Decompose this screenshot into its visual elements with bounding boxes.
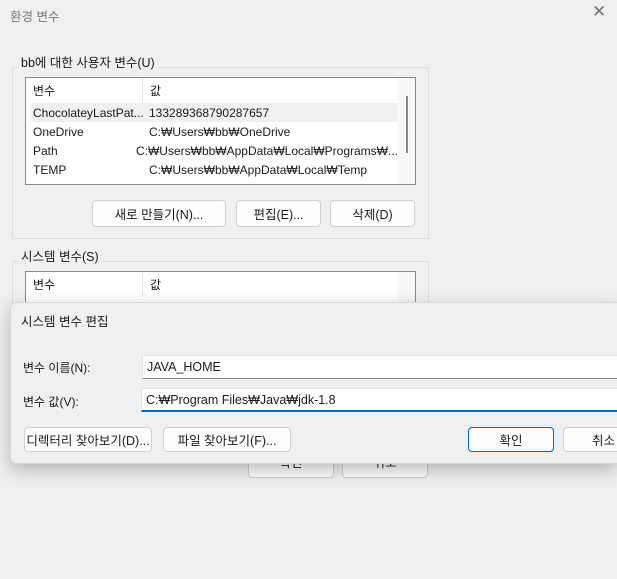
- new-button[interactable]: 새로 만들기(N)...: [92, 200, 226, 227]
- edit-system-variable-dialog: 시스템 변수 편집 변수 이름(N): JAVA_HOME 변수 값(V): C…: [10, 302, 617, 464]
- value-label: 변수 값(V):: [23, 395, 79, 409]
- var-name: OneDrive: [33, 124, 84, 139]
- var-value: 133289368790287657: [149, 105, 270, 120]
- table-row[interactable]: OneDrive C:₩Users₩bb₩OneDrive: [31, 122, 398, 141]
- var-value: C:₩Users₩bb₩AppData₩Local₩Temp: [149, 162, 368, 177]
- table-row[interactable]: ChocolateyLastPat... 133289368790287657: [31, 103, 398, 122]
- browse-directory-button[interactable]: 디렉터리 찾아보기(D)...: [24, 427, 152, 452]
- variable-value-input[interactable]: C:₩Program Files₩Java₩jdk-1.8: [141, 388, 617, 412]
- dialog-title: 시스템 변수 편집: [21, 315, 109, 329]
- edit-button[interactable]: 편집(E)...: [236, 200, 321, 227]
- variable-name-input[interactable]: JAVA_HOME: [142, 355, 617, 379]
- scrollbar-thumb[interactable]: [406, 96, 408, 153]
- user-vars-list[interactable]: 변수 값 ChocolateyLastPat... 1332893687902876…: [25, 77, 416, 185]
- scrollbar[interactable]: [398, 78, 415, 184]
- window-title: 환경 변수: [10, 10, 60, 24]
- table-row[interactable]: Path C:₩Users₩bb₩AppData₩Local₩Programs₩.…: [31, 141, 398, 160]
- dialog-cancel-button[interactable]: 취소: [563, 427, 617, 452]
- col-header-val[interactable]: 값: [143, 82, 161, 99]
- table-row[interactable]: TEMP C:₩Users₩bb₩AppData₩Local₩Temp: [31, 160, 398, 179]
- var-value: C:₩Users₩bb₩OneDrive: [149, 124, 291, 139]
- user-vars-legend: bb에 대한 사용자 변수(U): [18, 52, 158, 71]
- col-header-val[interactable]: 값: [143, 276, 161, 293]
- name-label: 변수 이름(N):: [23, 361, 91, 375]
- close-icon[interactable]: ✕: [592, 2, 606, 22]
- var-name: ChocolateyLastPat...: [33, 105, 144, 120]
- col-header-var[interactable]: 변수: [26, 78, 143, 103]
- system-vars-legend: 시스템 변수(S): [18, 246, 102, 265]
- dialog-ok-button[interactable]: 확인: [468, 427, 554, 452]
- col-header-var[interactable]: 변수: [26, 272, 143, 297]
- var-name: Path: [33, 143, 58, 158]
- var-value: C:₩Users₩bb₩AppData₩Local₩Programs₩...: [135, 143, 398, 158]
- browse-file-button[interactable]: 파일 찾아보기(F)...: [163, 427, 291, 452]
- var-name: TEMP: [33, 162, 67, 177]
- delete-button[interactable]: 삭제(D): [330, 200, 415, 227]
